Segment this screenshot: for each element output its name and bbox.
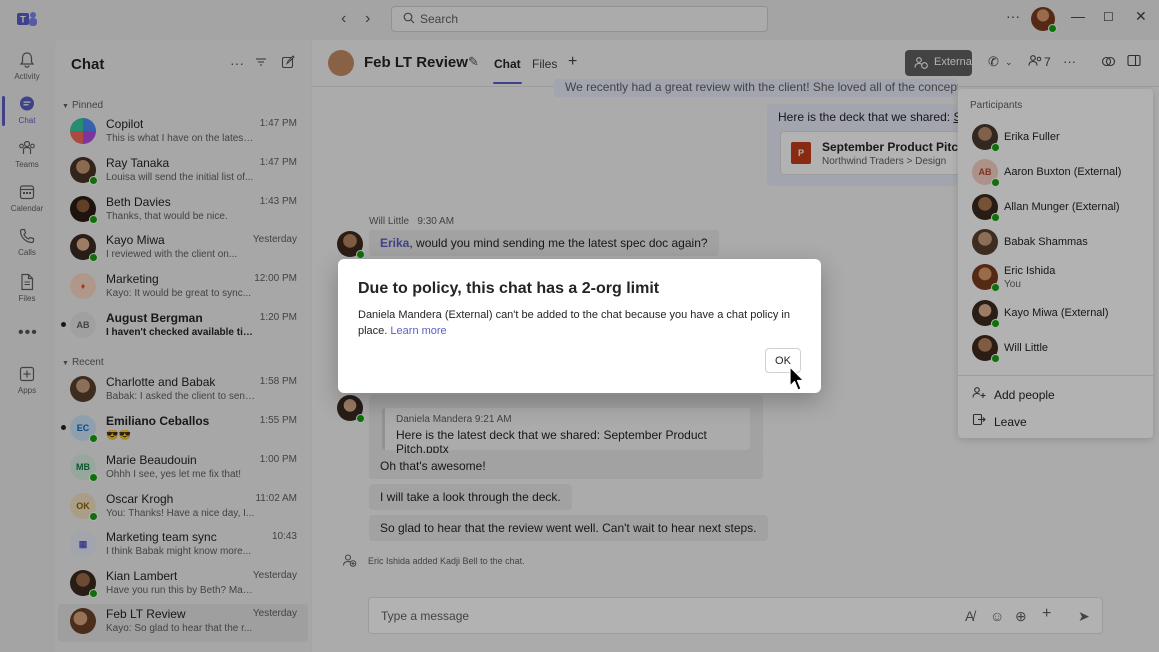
learn-more-link[interactable]: Learn more: [390, 325, 446, 337]
mouse-cursor-icon: [789, 366, 805, 391]
dialog-title: Due to policy, this chat has a 2-org lim…: [358, 280, 660, 297]
dialog-body: Daniela Mandera (External) can't be adde…: [358, 307, 803, 339]
policy-dialog: Due to policy, this chat has a 2-org lim…: [338, 259, 821, 393]
